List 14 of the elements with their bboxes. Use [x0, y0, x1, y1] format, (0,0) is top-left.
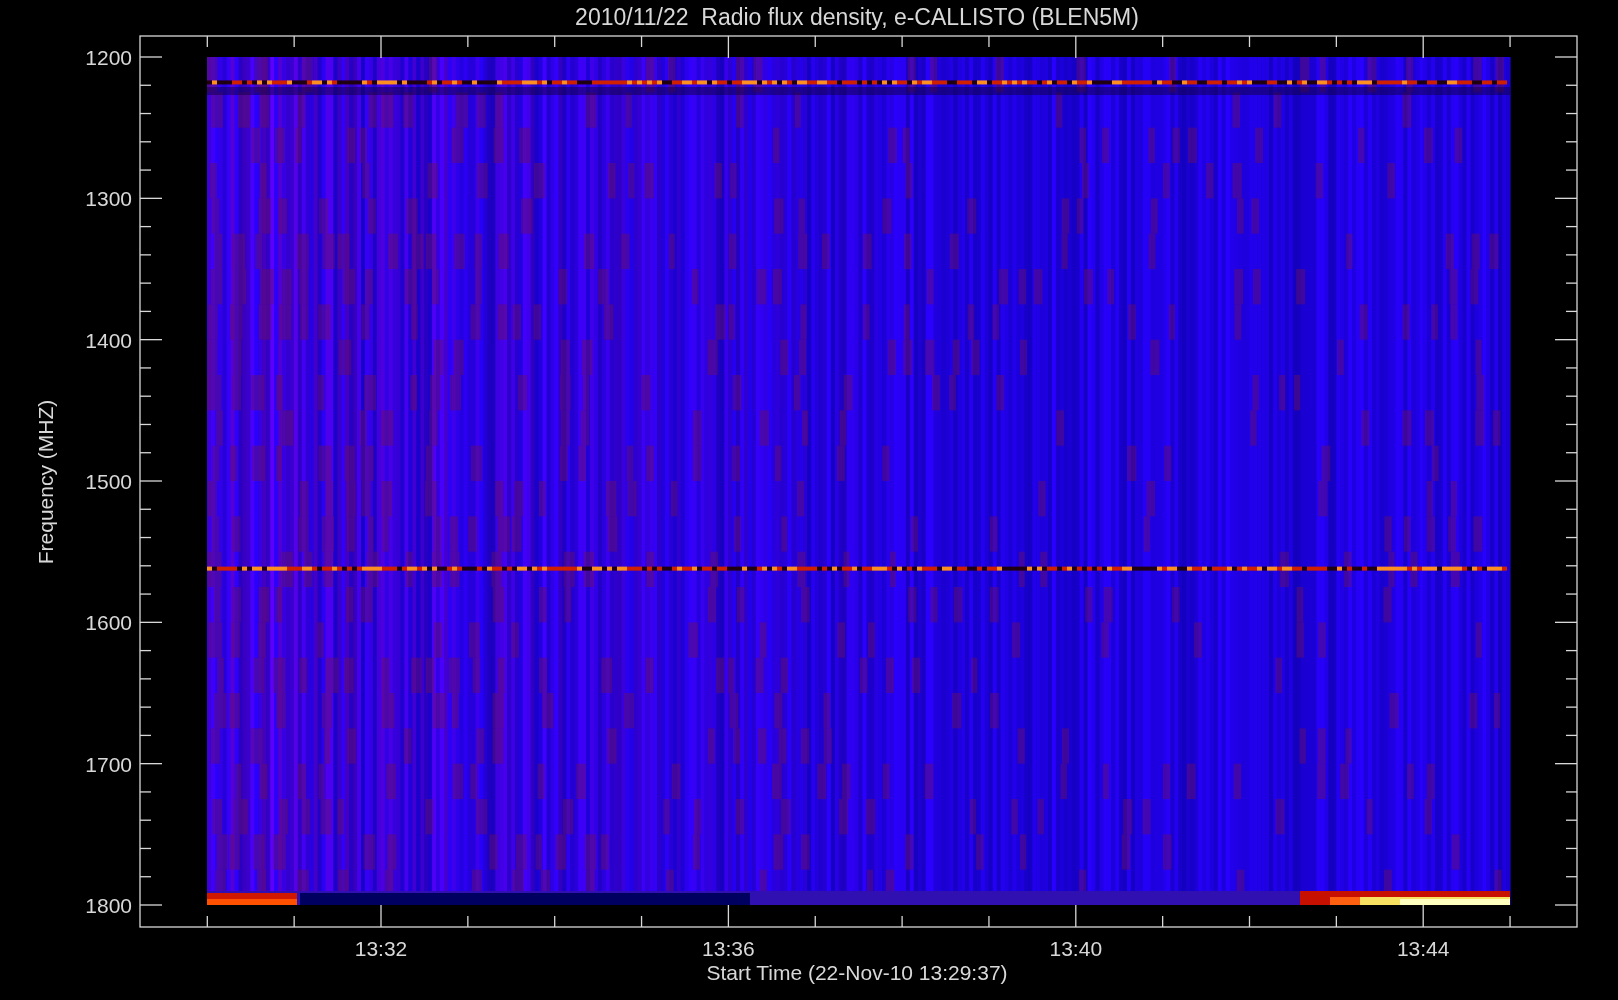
tick-label: 1300: [85, 187, 132, 211]
tick-label: 1800: [85, 894, 132, 917]
tick-label: 1600: [85, 611, 132, 635]
tick-label: 13:40: [1049, 937, 1103, 960]
tick-label: 1700: [85, 752, 132, 776]
tick-label: 1200: [85, 46, 132, 69]
plot-title: 2010/11/22 Radio flux density, e-CALLISTO (BLEN5M): [575, 4, 1139, 30]
tick-label: 1400: [85, 328, 132, 352]
tick-label: 13:32: [354, 937, 408, 960]
tick-label: 1500: [85, 470, 132, 493]
axis-label: Start Time (22-Nov-10 13:29:37): [706, 961, 1008, 984]
tick-label: 13:44: [1396, 937, 1450, 960]
tick-label: 13:36: [702, 937, 755, 960]
axis-label: Frequency (MHZ): [34, 399, 57, 565]
